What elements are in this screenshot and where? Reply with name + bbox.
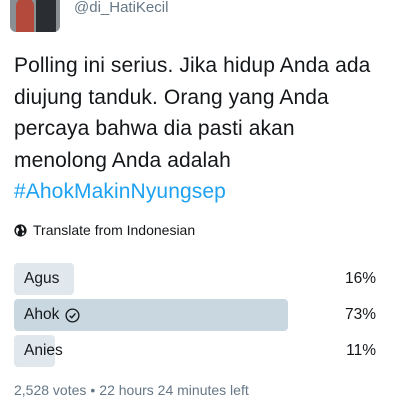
check-circle-icon <box>65 307 80 323</box>
avatar[interactable] <box>10 0 60 32</box>
poll-option-label: Anies <box>24 335 63 367</box>
tweet-text: Polling ini serius. Jika hidup Anda ada … <box>14 50 390 208</box>
translate-label: Translate from Indonesian <box>33 222 196 238</box>
poll-option-label: Ahok <box>24 299 80 331</box>
translate-link[interactable]: Translate from Indonesian <box>14 222 195 238</box>
poll-option: Anies 11% <box>14 335 390 367</box>
poll-option: Agus 16% <box>14 263 390 295</box>
poll: Agus 16% Ahok 73% Anies 11% <box>14 263 390 371</box>
vote-count: 2,528 votes <box>14 382 87 398</box>
avatar-figure <box>16 0 34 32</box>
user-handle[interactable]: @di_HatiKecil <box>74 0 168 16</box>
globe-icon <box>14 223 27 237</box>
poll-option-label: Agus <box>24 263 59 295</box>
hashtag-link[interactable]: #AhokMakinNyungsep <box>14 176 390 208</box>
time-left: 22 hours 24 minutes left <box>99 382 249 398</box>
avatar-figure <box>36 0 56 32</box>
poll-option-percent: 11% <box>346 342 376 359</box>
tweet-body: Polling ini serius. Jika hidup Anda ada … <box>14 54 371 172</box>
poll-meta: 2,528 votes • 22 hours 24 minutes left <box>14 382 249 398</box>
poll-option-percent: 73% <box>344 306 376 323</box>
tweet-header: @di_HatiKecil <box>0 0 400 36</box>
poll-option-text: Agus <box>24 270 60 287</box>
separator: • <box>90 382 96 398</box>
poll-option-percent: 16% <box>344 270 376 287</box>
poll-option: Ahok 73% <box>14 299 390 331</box>
poll-option-text: Ahok <box>24 306 60 323</box>
poll-option-text: Anies <box>24 342 63 359</box>
